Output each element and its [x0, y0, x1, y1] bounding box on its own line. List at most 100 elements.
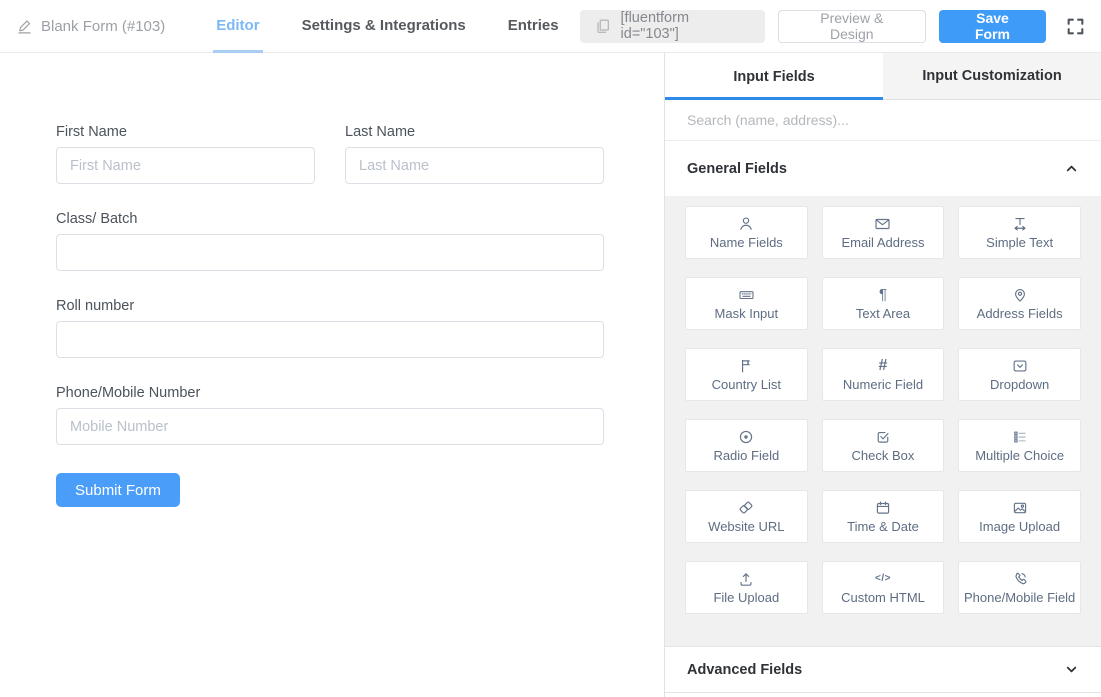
tab-settings-integrations[interactable]: Settings & Integrations	[281, 0, 487, 53]
multiple-choice-icon	[1011, 428, 1029, 446]
field-card-label: Radio Field	[713, 448, 779, 463]
field-label: Phone/Mobile Number	[56, 385, 604, 401]
field-card-phone-mobile-field[interactable]: Phone/Mobile Field	[958, 561, 1081, 614]
field-card-email-address[interactable]: Email Address	[822, 206, 945, 259]
section-title: General Fields	[687, 161, 787, 177]
field-card-custom-html[interactable]: </> Custom HTML	[822, 561, 945, 614]
field-card-label: Time & Date	[847, 519, 919, 534]
form-title[interactable]: Blank Form (#103)	[16, 18, 165, 35]
field-card-label: Address Fields	[977, 306, 1063, 321]
field-card-label: Mask Input	[715, 306, 779, 321]
field-card-mask-input[interactable]: Mask Input	[685, 277, 808, 330]
sidebar: Input Fields Input Customization General…	[664, 53, 1101, 697]
field-card-time-date[interactable]: Time & Date	[822, 490, 945, 543]
search-input[interactable]	[665, 112, 1101, 128]
keyboard-icon	[737, 286, 756, 304]
field-card-label: Phone/Mobile Field	[964, 590, 1075, 605]
field-card-name-fields[interactable]: Name Fields	[685, 206, 808, 259]
field-card-label: Multiple Choice	[975, 448, 1064, 463]
form-field-last-name[interactable]: Last Name	[345, 124, 604, 184]
image-icon	[1011, 499, 1029, 517]
field-label: Class/ Batch	[56, 211, 604, 227]
flag-icon	[737, 357, 755, 375]
field-card-label: Country List	[712, 377, 781, 392]
form-title-label: Blank Form (#103)	[41, 18, 165, 35]
section-title: Advanced Fields	[687, 662, 802, 678]
radio-icon	[737, 428, 755, 446]
tab-entries[interactable]: Entries	[487, 0, 580, 53]
save-form-button[interactable]: Save Form	[939, 10, 1046, 43]
code-icon: </>	[875, 570, 891, 588]
field-card-label: Simple Text	[986, 235, 1053, 250]
field-card-label: Custom HTML	[841, 590, 925, 605]
link-icon	[737, 499, 755, 517]
field-card-text-area[interactable]: ¶ Text Area	[822, 277, 945, 330]
field-card-file-upload[interactable]: File Upload	[685, 561, 808, 614]
sidebar-search	[665, 100, 1101, 141]
field-card-radio-field[interactable]: Radio Field	[685, 419, 808, 472]
field-card-label: Image Upload	[979, 519, 1060, 534]
pencil-icon	[16, 18, 33, 35]
field-card-dropdown[interactable]: Dropdown	[958, 348, 1081, 401]
user-icon	[737, 215, 755, 233]
field-card-address-fields[interactable]: Address Fields	[958, 277, 1081, 330]
map-marker-icon	[1011, 286, 1029, 304]
chevron-down-icon	[1064, 662, 1079, 677]
class-batch-input[interactable]	[56, 234, 604, 271]
form-field-phone[interactable]: Phone/Mobile Number	[56, 385, 604, 445]
topbar-tabs: Editor Settings & Integrations Entries	[195, 0, 579, 53]
section-header-general-fields[interactable]: General Fields	[665, 141, 1101, 196]
phone-input[interactable]	[56, 408, 604, 445]
field-label: First Name	[56, 124, 315, 140]
field-card-country-list[interactable]: Country List	[685, 348, 808, 401]
upload-icon	[737, 570, 755, 588]
topbar: Blank Form (#103) Editor Settings & Inte…	[0, 0, 1101, 53]
field-card-image-upload[interactable]: Image Upload	[958, 490, 1081, 543]
field-card-numeric-field[interactable]: # Numeric Field	[822, 348, 945, 401]
dropdown-icon	[1011, 357, 1029, 375]
hash-icon: #	[879, 357, 888, 375]
text-width-icon	[1011, 215, 1029, 233]
field-label: Roll number	[56, 298, 604, 314]
fullscreen-icon	[1065, 16, 1086, 37]
phone-icon	[1011, 570, 1029, 588]
envelope-icon	[873, 215, 892, 233]
tab-input-fields[interactable]: Input Fields	[665, 53, 883, 100]
tab-input-customization[interactable]: Input Customization	[883, 53, 1101, 100]
form-field-class-batch[interactable]: Class/ Batch	[56, 211, 604, 271]
preview-design-button[interactable]: Preview & Design	[778, 10, 926, 43]
form-editor-canvas: First Name Last Name Class/ Batch Roll n…	[0, 53, 664, 697]
fullscreen-button[interactable]	[1063, 14, 1087, 38]
field-card-label: Email Address	[841, 235, 924, 250]
section-header-advanced-fields[interactable]: Advanced Fields	[665, 646, 1101, 693]
shortcode-text: [fluentform id="103"]	[621, 10, 751, 42]
form-field-first-name[interactable]: First Name	[56, 124, 315, 184]
field-card-simple-text[interactable]: Simple Text	[958, 206, 1081, 259]
sidebar-tabs: Input Fields Input Customization	[665, 53, 1101, 100]
field-card-label: File Upload	[713, 590, 779, 605]
submit-form-button[interactable]: Submit Form	[56, 473, 180, 507]
copy-icon	[594, 17, 612, 35]
roll-number-input[interactable]	[56, 321, 604, 358]
field-card-label: Numeric Field	[843, 377, 923, 392]
field-card-label: Dropdown	[990, 377, 1049, 392]
checkbox-icon	[874, 428, 892, 446]
field-card-label: Website URL	[708, 519, 784, 534]
pilcrow-icon: ¶	[879, 286, 887, 304]
shortcode-copy[interactable]: [fluentform id="103"]	[580, 10, 765, 43]
tab-editor[interactable]: Editor	[195, 0, 280, 53]
first-name-input[interactable]	[56, 147, 315, 184]
field-card-website-url[interactable]: Website URL	[685, 490, 808, 543]
form-field-roll-number[interactable]: Roll number	[56, 298, 604, 358]
last-name-input[interactable]	[345, 147, 604, 184]
calendar-icon	[874, 499, 892, 517]
field-label: Last Name	[345, 124, 604, 140]
field-card-label: Text Area	[856, 306, 910, 321]
topbar-actions: [fluentform id="103"] Preview & Design S…	[580, 10, 1087, 43]
field-card-check-box[interactable]: Check Box	[822, 419, 945, 472]
field-card-label: Name Fields	[710, 235, 783, 250]
field-card-label: Check Box	[852, 448, 915, 463]
general-fields-grid: Name Fields Email Address Simple Text Ma…	[665, 196, 1101, 646]
chevron-up-icon	[1064, 161, 1079, 176]
field-card-multiple-choice[interactable]: Multiple Choice	[958, 419, 1081, 472]
